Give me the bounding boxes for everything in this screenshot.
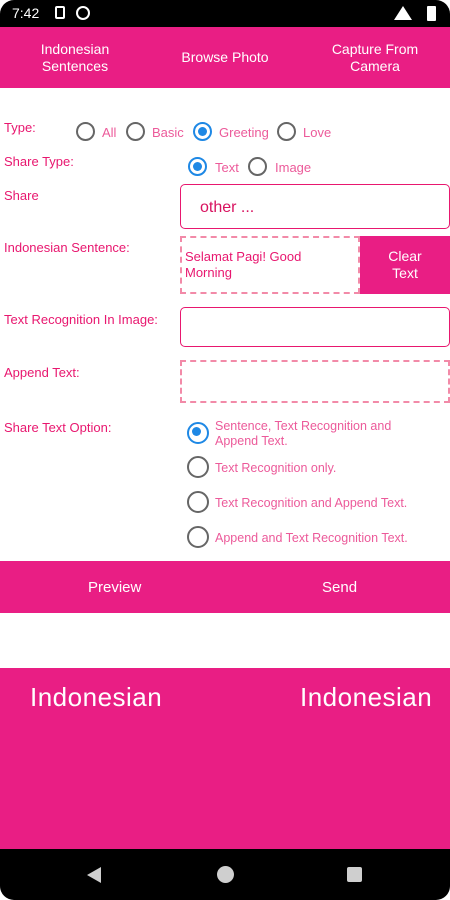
type-all-radio[interactable] — [76, 122, 95, 141]
share-option-3-radio[interactable] — [187, 491, 209, 513]
share-option-4-radio[interactable] — [187, 526, 209, 548]
text-recognition-input[interactable] — [180, 307, 450, 347]
system-navigation-bar — [0, 849, 450, 900]
share-option-3-label[interactable]: Text Recognition and Append Text. — [215, 496, 407, 510]
type-basic-label[interactable]: Basic — [152, 125, 184, 140]
indonesian-sentences-button[interactable]: Indonesian Sentences — [20, 41, 130, 75]
back-icon[interactable] — [87, 867, 101, 883]
clear-text-button[interactable]: Clear Text — [360, 236, 450, 294]
share-type-text-label[interactable]: Text — [215, 160, 239, 175]
bottom-action-bar: Preview Send — [0, 561, 450, 613]
share-type-image-radio[interactable] — [248, 157, 267, 176]
share-option-1-label[interactable]: Sentence, Text Recognition and Append Te… — [215, 419, 415, 449]
type-greeting-radio[interactable] — [193, 122, 212, 141]
type-basic-radio[interactable] — [126, 122, 145, 141]
do-not-disturb-icon — [76, 6, 90, 20]
browse-photo-button[interactable]: Browse Photo — [170, 49, 280, 66]
status-bar: 7:42 — [0, 0, 450, 27]
top-action-bar: Indonesian Sentences Browse Photo Captur… — [0, 27, 450, 88]
recent-apps-icon[interactable] — [347, 867, 362, 882]
banner-left-text: Indonesian — [30, 682, 163, 712]
type-greeting-label[interactable]: Greeting — [219, 125, 269, 140]
append-text-input[interactable] — [180, 360, 450, 403]
battery-icon — [427, 6, 436, 21]
share-option-1-radio[interactable] — [187, 422, 209, 444]
share-type-image-label[interactable]: Image — [275, 160, 311, 175]
type-label: Type: — [4, 120, 36, 135]
banner-right-text: Indonesian — [300, 682, 433, 712]
indonesian-sentence-label: Indonesian Sentence: — [4, 240, 130, 255]
share-option-2-radio[interactable] — [187, 456, 209, 478]
share-dropdown-value: other ... — [200, 199, 255, 216]
clear-text-label: Clear Text — [388, 248, 422, 281]
type-love-radio[interactable] — [277, 122, 296, 141]
share-label: Share — [4, 188, 39, 203]
text-recognition-label: Text Recognition In Image: — [4, 312, 158, 327]
indonesian-sentence-textbox[interactable]: Selamat Pagi! Good Morning — [180, 236, 360, 294]
share-type-label: Share Type: — [4, 154, 74, 169]
indonesian-sentence-text: Selamat Pagi! Good Morning — [185, 249, 302, 280]
share-option-4-label[interactable]: Append and Text Recognition Text. — [215, 531, 408, 545]
indonesian-banner: Indonesian Indonesian — [0, 668, 450, 849]
share-option-2-label[interactable]: Text Recognition only. — [215, 461, 336, 475]
share-text-option-label: Share Text Option: — [4, 420, 112, 435]
share-dropdown[interactable]: other ... — [180, 184, 450, 229]
wifi-icon — [394, 6, 412, 20]
capture-from-camera-button[interactable]: Capture From Camera — [320, 41, 430, 75]
send-button[interactable]: Send — [322, 579, 357, 596]
home-icon[interactable] — [217, 866, 234, 883]
type-all-label[interactable]: All — [102, 125, 116, 140]
share-type-text-radio[interactable] — [188, 157, 207, 176]
preview-button[interactable]: Preview — [88, 579, 141, 596]
status-time: 7:42 — [12, 5, 40, 21]
sd-card-icon — [55, 6, 65, 19]
append-text-label: Append Text: — [4, 365, 80, 380]
type-love-label[interactable]: Love — [303, 125, 331, 140]
